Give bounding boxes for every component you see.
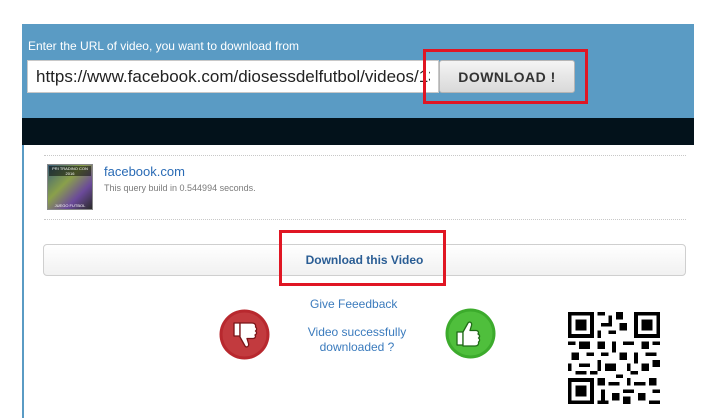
thumbs-down-icon[interactable] (219, 309, 270, 360)
thumbnail-caption-bottom: JUEGO FUTBOL (54, 203, 86, 208)
success-question: Video successfully downloaded ? (300, 325, 414, 355)
url-input-container[interactable] (27, 60, 439, 93)
left-border (22, 145, 24, 418)
query-info: This query build in 0.544994 seconds. (104, 183, 256, 193)
site-link[interactable]: facebook.com (104, 164, 185, 179)
highlight-box-download (423, 49, 588, 104)
divider-top (44, 155, 686, 156)
divider-bottom (44, 219, 686, 220)
success-line-2: downloaded ? (319, 340, 395, 354)
qr-code-icon (568, 312, 660, 404)
url-prompt-label: Enter the URL of video, you want to down… (28, 39, 300, 53)
video-thumbnail[interactable]: PRI TRADINO CON 2016 JUEGO FUTBOL (47, 164, 93, 210)
url-input[interactable] (28, 61, 438, 92)
success-line-1: Video successfully (307, 325, 407, 339)
dark-separator-bar (22, 118, 694, 145)
highlight-box-download-video (279, 230, 446, 286)
thumbnail-caption-top: PRI TRADINO CON 2016 (49, 166, 91, 176)
give-feedback-link[interactable]: Give Feeedback (310, 297, 397, 311)
thumbs-up-icon[interactable] (445, 308, 496, 359)
